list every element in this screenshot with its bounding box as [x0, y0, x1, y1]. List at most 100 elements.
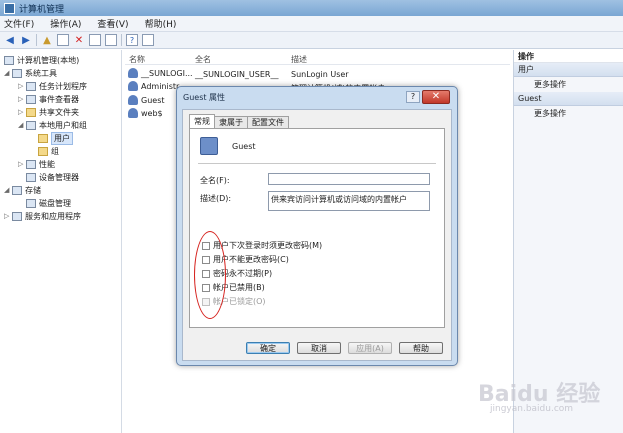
menu-bar: 文件(F) 操作(A) 查看(V) 帮助(H) — [0, 16, 623, 32]
user-name: Guest — [232, 142, 256, 151]
tree-item-event-viewer[interactable]: ▷ 事件查看器 — [18, 93, 79, 105]
cancel-button[interactable]: 取消 — [297, 342, 341, 354]
more-actions-link[interactable]: 更多操作 — [514, 77, 623, 92]
watermark-url: jingyan.baidu.com — [490, 404, 574, 414]
tree-item-users[interactable]: 用户 — [38, 131, 73, 145]
collapse-arrow-icon[interactable]: ◢ — [4, 69, 12, 77]
menu-action[interactable]: 操作(A) — [50, 17, 81, 30]
users-icon — [26, 120, 36, 130]
tab-strip: 常规 隶属于 配置文件 — [189, 114, 289, 128]
tree-item-groups[interactable]: 组 — [38, 145, 59, 157]
tree-item-label: 性能 — [39, 159, 55, 169]
tab-general[interactable]: 常规 — [189, 114, 215, 128]
ok-button[interactable]: 确定 — [246, 342, 290, 354]
tree-item-label: 本地用户和组 — [39, 120, 87, 130]
user-icon — [128, 95, 138, 105]
expand-arrow-icon[interactable]: ▷ — [18, 108, 26, 116]
list-item[interactable]: __SUNLOGI... — [128, 68, 193, 78]
user-icon — [200, 137, 218, 155]
user-icon — [128, 68, 138, 78]
checkbox-label: 用户下次登录时须更改密码(M) — [213, 241, 323, 250]
menu-help[interactable]: 帮助(H) — [145, 17, 177, 30]
fullname-field[interactable] — [268, 173, 430, 185]
dialog-title: Guest 属性 — [183, 93, 226, 102]
user-name: Guest — [141, 95, 165, 105]
menu-view[interactable]: 查看(V) — [97, 17, 128, 30]
folder-icon — [38, 133, 48, 143]
tools-icon — [12, 68, 22, 78]
actions-header: 操作 — [514, 50, 623, 63]
tab-member-of[interactable]: 隶属于 — [214, 116, 248, 128]
tree-item-label: 设备管理器 — [39, 172, 79, 182]
action-pane-icon[interactable] — [142, 34, 154, 46]
tree-item-services-applications[interactable]: ▷ 服务和应用程序 — [4, 210, 81, 222]
show-tree-icon[interactable] — [57, 34, 69, 46]
tree-item-label: 共享文件夹 — [39, 107, 79, 117]
tree-item-device-manager[interactable]: 设备管理器 — [26, 171, 79, 183]
tree-item-label: 磁盘管理 — [39, 198, 71, 208]
folder-icon — [38, 146, 48, 156]
list-item[interactable]: web$ — [128, 108, 163, 118]
expand-arrow-icon[interactable]: ▷ — [18, 160, 26, 168]
computer-management-icon — [4, 2, 15, 14]
tree-item-label: 事件查看器 — [39, 94, 79, 104]
fullname-label: 全名(F): — [200, 176, 230, 185]
list-item[interactable]: Guest — [128, 95, 165, 105]
user-description: SunLogin User — [291, 70, 349, 79]
tree-item-computer-management[interactable]: 计算机管理(本地) — [4, 54, 79, 66]
tree-item-label: 存储 — [25, 185, 41, 195]
folder-icon — [26, 107, 36, 117]
help-button[interactable]: ? — [406, 91, 420, 103]
disk-icon — [26, 198, 36, 208]
user-fullname: __SUNLOGIN_USER__ — [195, 70, 279, 79]
tree-item-task-scheduler[interactable]: ▷ 任务计划程序 — [18, 80, 87, 92]
red-annotation-circle — [194, 231, 226, 319]
user-icon — [128, 108, 138, 118]
collapse-arrow-icon[interactable]: ◢ — [4, 186, 12, 194]
clock-icon — [26, 81, 36, 91]
general-tab-panel: Guest 全名(F): 描述(D): 供来宾访问计算机或访问域的内置帐户 用户… — [189, 128, 445, 328]
tree-item-system-tools[interactable]: ◢ 系统工具 — [4, 67, 57, 79]
tab-profile[interactable]: 配置文件 — [247, 116, 289, 128]
services-icon — [12, 211, 22, 221]
dialog-body: 常规 隶属于 配置文件 Guest 全名(F): 描述(D): 供来宾访问计算机… — [182, 109, 452, 361]
expand-arrow-icon[interactable]: ▷ — [18, 82, 26, 90]
expand-arrow-icon[interactable]: ▷ — [4, 212, 12, 220]
apply-button: 应用(A) — [348, 342, 392, 354]
header-divider — [125, 64, 510, 65]
tree-item-label: 用户 — [51, 131, 73, 145]
tree-item-label: 计算机管理(本地) — [17, 55, 80, 65]
tree-item-label: 系统工具 — [25, 68, 57, 78]
export-icon[interactable] — [105, 34, 117, 46]
event-icon — [26, 94, 36, 104]
tree-item-label: 组 — [51, 146, 59, 156]
delete-icon[interactable]: ✕ — [73, 34, 85, 46]
description-label: 描述(D): — [200, 194, 232, 203]
device-icon — [26, 172, 36, 182]
performance-icon — [26, 159, 36, 169]
forward-icon[interactable]: ▶ — [20, 34, 32, 46]
up-folder-icon[interactable]: ▲ — [41, 34, 53, 46]
actions-section-guest[interactable]: Guest — [514, 92, 623, 106]
tree-item-performance[interactable]: ▷ 性能 — [18, 158, 55, 170]
collapse-arrow-icon[interactable]: ◢ — [18, 121, 26, 129]
back-icon[interactable]: ◀ — [4, 34, 16, 46]
help-dialog-button[interactable]: 帮助 — [399, 342, 443, 354]
divider — [198, 163, 436, 164]
expand-arrow-icon[interactable]: ▷ — [18, 95, 26, 103]
more-actions-link[interactable]: 更多操作 — [514, 106, 623, 121]
tree-item-local-users-groups[interactable]: ◢ 本地用户和组 — [18, 119, 87, 131]
close-button[interactable]: ✕ — [422, 90, 450, 104]
tree-item-disk-management[interactable]: 磁盘管理 — [26, 197, 71, 209]
toolbar: ◀ ▶ ▲ ✕ ? — [0, 32, 623, 49]
menu-file[interactable]: 文件(F) — [4, 17, 34, 30]
actions-section-users[interactable]: 用户 — [514, 63, 623, 77]
window-title: 计算机管理 — [19, 4, 65, 15]
description-field[interactable]: 供来宾访问计算机或访问域的内置帐户 — [268, 191, 430, 211]
help-icon[interactable]: ? — [126, 34, 138, 46]
storage-icon — [12, 185, 22, 195]
properties-icon[interactable] — [89, 34, 101, 46]
user-icon — [128, 81, 138, 91]
tree-item-storage[interactable]: ◢ 存储 — [4, 184, 41, 196]
tree-item-shared-folders[interactable]: ▷ 共享文件夹 — [18, 106, 79, 118]
